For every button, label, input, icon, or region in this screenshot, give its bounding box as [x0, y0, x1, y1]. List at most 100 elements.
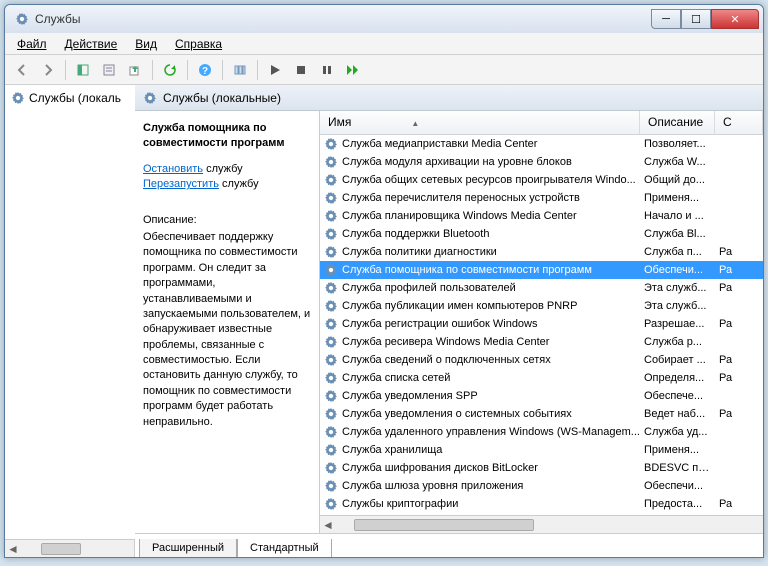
- restart-button[interactable]: [342, 59, 364, 81]
- refresh-button[interactable]: [159, 59, 181, 81]
- service-row[interactable]: Служба политики диагностикиСлужба п...Ра: [320, 243, 763, 261]
- service-row[interactable]: Служба хранилищаПрименя...: [320, 441, 763, 459]
- export-button[interactable]: [124, 59, 146, 81]
- tab-standard[interactable]: Стандартный: [237, 539, 332, 557]
- service-desc: Эта служб...: [640, 282, 715, 294]
- service-row[interactable]: Служба профилей пользователей Эта служб..…: [320, 279, 763, 297]
- service-name: Служба помощника по совместимости програ…: [342, 264, 592, 276]
- menubar: Файл Действие Вид Справка: [5, 33, 763, 55]
- service-desc: Собирает ...: [640, 354, 715, 366]
- back-button[interactable]: [11, 59, 33, 81]
- list-hscrollbar[interactable]: ◄: [320, 515, 763, 533]
- service-row[interactable]: Служба планировщика Windows Media Center…: [320, 207, 763, 225]
- service-name: Служба списка сетей: [342, 372, 450, 384]
- pause-button[interactable]: [316, 59, 338, 81]
- service-row[interactable]: Служба шлюза уровня приложенияОбеспечи..…: [320, 477, 763, 495]
- close-button[interactable]: ✕: [711, 9, 759, 29]
- service-desc: Служба уд...: [640, 426, 715, 438]
- service-desc: Разрешае...: [640, 318, 715, 330]
- window-title: Службы: [35, 12, 651, 26]
- menu-file[interactable]: Файл: [9, 35, 55, 53]
- service-row[interactable]: Служба шифрования дисков BitLockerBDESVC…: [320, 459, 763, 477]
- gear-icon: [324, 173, 338, 187]
- app-icon: [15, 12, 29, 26]
- gear-icon: [324, 227, 338, 241]
- properties-button[interactable]: [98, 59, 120, 81]
- service-row[interactable]: Служба списка сетейОпределя...Ра: [320, 369, 763, 387]
- service-row[interactable]: Служба поддержки BluetoothСлужба Bl...: [320, 225, 763, 243]
- service-status: Ра: [715, 246, 763, 258]
- maximize-button[interactable]: ☐: [681, 9, 711, 29]
- pane-title: Службы (локальные): [163, 91, 281, 105]
- service-name: Служба сведений о подключенных сетях: [342, 354, 551, 366]
- gear-icon: [11, 91, 25, 105]
- service-row[interactable]: Служба помощника по совместимости програ…: [320, 261, 763, 279]
- menu-action[interactable]: Действие: [57, 35, 126, 53]
- menu-view[interactable]: Вид: [127, 35, 165, 53]
- gear-icon: [324, 497, 338, 511]
- minimize-button[interactable]: ─: [651, 9, 681, 29]
- service-row[interactable]: Служба перечислителя переносных устройст…: [320, 189, 763, 207]
- detail-panel: Служба помощника по совместимости програ…: [135, 111, 320, 533]
- column-name[interactable]: Имя▲: [320, 111, 640, 134]
- service-name: Служба шлюза уровня приложения: [342, 480, 523, 492]
- pane-header: Службы (локальные): [135, 85, 763, 111]
- content-area: Службы (локаль ◄ Службы (локальные) Служ…: [5, 85, 763, 557]
- gear-icon: [324, 479, 338, 493]
- service-desc: Применя...: [640, 192, 715, 204]
- service-status: Ра: [715, 372, 763, 384]
- service-name: Служба медиаприставки Media Center: [342, 138, 537, 150]
- list-body[interactable]: Служба медиаприставки Media Center Позвол…: [320, 135, 763, 515]
- service-name: Служба публикации имен компьютеров PNRP: [342, 300, 577, 312]
- service-desc: Обеспечи...: [640, 264, 715, 276]
- service-row[interactable]: Службы криптографииПредоста...Ра: [320, 495, 763, 513]
- service-status: Ра: [715, 318, 763, 330]
- service-row[interactable]: Служба ресивера Windows Media CenterСлуж…: [320, 333, 763, 351]
- service-name: Служба ресивера Windows Media Center: [342, 336, 549, 348]
- forward-button[interactable]: [37, 59, 59, 81]
- start-button[interactable]: [264, 59, 286, 81]
- service-desc: Служба W...: [640, 156, 715, 168]
- gear-icon: [324, 443, 338, 457]
- menu-help[interactable]: Справка: [167, 35, 230, 53]
- service-row[interactable]: Служба медиаприставки Media Center Позвол…: [320, 135, 763, 153]
- columns-button[interactable]: [229, 59, 251, 81]
- service-row[interactable]: Служба общих сетевых ресурсов проигрыват…: [320, 171, 763, 189]
- stop-button[interactable]: [290, 59, 312, 81]
- service-desc: Ведет наб...: [640, 408, 715, 420]
- service-row[interactable]: Служба сведений о подключенных сетях Соби…: [320, 351, 763, 369]
- service-desc: Служба п...: [640, 246, 715, 258]
- service-row[interactable]: Служба модуля архивации на уровне блоков…: [320, 153, 763, 171]
- tab-extended[interactable]: Расширенный: [139, 539, 237, 557]
- stop-service-link[interactable]: Остановить службу: [143, 162, 311, 177]
- show-hide-button[interactable]: [72, 59, 94, 81]
- gear-icon: [324, 281, 338, 295]
- service-row[interactable]: Служба публикации имен компьютеров PNRPЭ…: [320, 297, 763, 315]
- help-button[interactable]: ?: [194, 59, 216, 81]
- service-row[interactable]: Служба уведомления о системных событияхВ…: [320, 405, 763, 423]
- service-desc: Общий до...: [640, 174, 715, 186]
- service-name: Служба профилей пользователей: [342, 282, 516, 294]
- service-row[interactable]: Служба регистрации ошибок WindowsРазреша…: [320, 315, 763, 333]
- gear-icon: [324, 389, 338, 403]
- toolbar: ?: [5, 55, 763, 85]
- service-name: Службы криптографии: [342, 498, 458, 510]
- sort-indicator-icon: ▲: [411, 119, 419, 128]
- service-desc: Служба Bl...: [640, 228, 715, 240]
- gear-icon: [143, 91, 157, 105]
- tree-hscrollbar[interactable]: ◄: [5, 539, 134, 557]
- restart-service-link[interactable]: Перезапустить службу: [143, 177, 311, 192]
- service-row[interactable]: Служба удаленного управления Windows (WS…: [320, 423, 763, 441]
- service-desc: Позволяет...: [640, 138, 715, 150]
- gear-icon: [324, 263, 338, 277]
- selected-service-title: Служба помощника по совместимости програ…: [143, 121, 311, 152]
- tree-root[interactable]: Службы (локаль: [9, 89, 131, 107]
- gear-icon: [324, 299, 338, 313]
- column-status[interactable]: С: [715, 111, 763, 134]
- service-row[interactable]: Служба уведомления SPPОбеспече...: [320, 387, 763, 405]
- column-description[interactable]: Описание: [640, 111, 715, 134]
- gear-icon: [324, 371, 338, 385]
- service-name: Служба планировщика Windows Media Center: [342, 210, 577, 222]
- svg-text:?: ?: [202, 66, 208, 77]
- titlebar[interactable]: Службы ─ ☐ ✕: [5, 5, 763, 33]
